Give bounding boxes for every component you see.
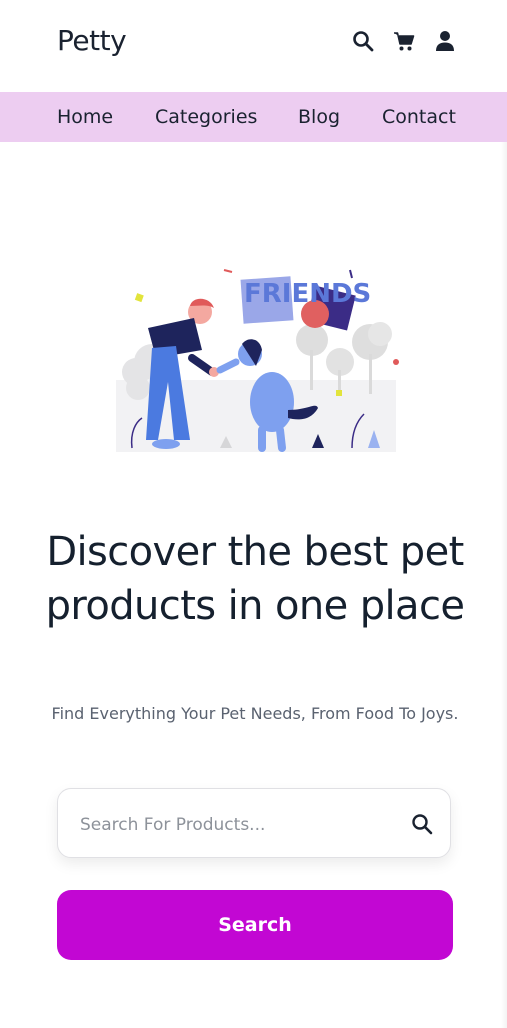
page-edge-shadow (501, 0, 507, 1028)
hero-illustration: FRIENDS (112, 262, 400, 458)
nav-item-contact[interactable]: Contact (382, 106, 456, 128)
search-icon[interactable] (352, 30, 374, 52)
user-icon[interactable] (434, 30, 456, 52)
hero-headline: Discover the best pet products in one pl… (45, 528, 465, 629)
site-logo[interactable]: Petty (57, 24, 127, 57)
site-header: Petty (0, 0, 507, 92)
friends-text: FRIENDS (244, 279, 371, 309)
nav-item-home[interactable]: Home (57, 106, 113, 128)
search-button[interactable]: Search (57, 890, 453, 960)
main-nav: Home Categories Blog Contact (0, 92, 507, 142)
nav-item-categories[interactable]: Categories (155, 106, 257, 128)
hero-subtitle: Find Everything Your Pet Needs, From Foo… (51, 704, 459, 723)
search-input[interactable] (78, 807, 392, 843)
cart-icon[interactable] (393, 30, 415, 52)
search-bar (57, 788, 451, 858)
search-icon[interactable] (411, 813, 433, 835)
nav-item-blog[interactable]: Blog (298, 106, 340, 128)
header-icons (352, 30, 456, 52)
